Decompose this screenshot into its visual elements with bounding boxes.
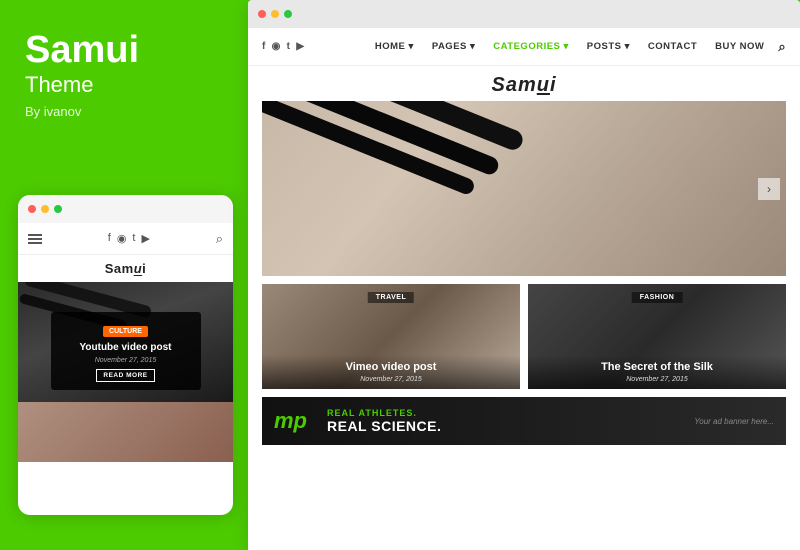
ad-right-text: Your ad banner here... [694,417,786,426]
post-card-2-title: The Secret of the Silk [534,361,780,374]
nav-youtube-icon[interactable]: ▶ [296,41,304,52]
ad-line-1: REAL ATHLETES. [327,408,441,418]
mockup-site-logo: Samui [18,255,233,282]
browser-window: f ◉ t ▶ HOME ▾ PAGES ▾ CATEGORIES ▾ POST… [248,0,800,550]
nav-social-icons: f ◉ t ▶ [262,41,304,52]
ad-mp-badge: mp [274,408,307,434]
nav-item-buy-now[interactable]: BUY NOW [707,28,772,66]
post-card-2-text: The Secret of the Silk November 27, 2015 [528,355,786,389]
nav-search-icon[interactable]: ⌕ [778,39,786,55]
dot-red [28,205,36,213]
mockup-nav-bar: f ◉ t ▶ ⌕ [18,223,233,255]
twitter-icon: t [132,232,135,245]
browser-dot-yellow [271,10,279,18]
ad-logo: mp [262,408,319,434]
nav-item-categories[interactable]: CATEGORIES ▾ [485,28,577,66]
brand-title: Samui [25,30,223,72]
nav-item-pages[interactable]: PAGES ▾ [424,28,483,66]
nav-facebook-icon[interactable]: f [262,41,266,52]
browser-dot-green [284,10,292,18]
nav-instagram-icon[interactable]: ◉ [272,41,281,52]
hamburger-menu-icon[interactable] [28,234,42,244]
youtube-icon: ▶ [141,232,149,245]
post-tag-1: TRAVEL [368,292,414,303]
site-logo-bar: Samui [248,66,800,101]
dot-green [54,205,62,213]
mockup-bottom-card [18,402,233,462]
mockup-hero-image: Culture Youtube video post November 27, … [18,282,233,402]
mockup-bottom-bg [18,402,233,462]
mockup-post-date: November 27, 2015 [61,357,191,364]
post-card-2-date: November 27, 2015 [534,376,780,383]
browser-dot-red [258,10,266,18]
mockup-social-icons: f ◉ t ▶ [108,232,150,245]
post-tag-2: FASHION [632,292,683,303]
post-card-2[interactable]: FASHION The Secret of the Silk November … [528,284,786,389]
main-hero-image: › [262,101,786,276]
mockup-top-bar [18,195,233,223]
mockup-post-title: Youtube video post [61,341,191,354]
nav-item-home[interactable]: HOME ▾ [367,28,422,66]
mockup-read-more-button[interactable]: READ MORE [96,369,154,382]
instagram-icon: ◉ [117,232,127,245]
nav-item-contact[interactable]: CONTACT [640,28,705,66]
mockup-post-card: Culture Youtube video post November 27, … [51,312,201,390]
main-hero-bg [262,101,786,276]
dot-yellow [41,205,49,213]
brand-subtitle: Theme [25,72,223,98]
browser-navbar: f ◉ t ▶ HOME ▾ PAGES ▾ CATEGORIES ▾ POST… [248,28,800,66]
nav-item-posts[interactable]: POSTS ▾ [579,28,638,66]
nav-twitter-icon[interactable]: t [287,41,291,52]
hero-next-button[interactable]: › [758,178,780,200]
ad-banner[interactable]: mp REAL ATHLETES. REAL SCIENCE. Your ad … [262,397,786,445]
mockup-search-icon[interactable]: ⌕ [216,231,223,247]
mobile-mockup: f ◉ t ▶ ⌕ Samui Culture Youtube video po… [18,195,233,515]
facebook-icon: f [108,232,111,245]
ad-text-block: REAL ATHLETES. REAL SCIENCE. [319,408,449,434]
ad-line-2: REAL SCIENCE. [327,418,441,434]
post-card-1-date: November 27, 2015 [268,376,514,383]
post-card-1-title: Vimeo video post [268,361,514,374]
mockup-post-tag: Culture [103,326,148,337]
post-card-1-text: Vimeo video post November 27, 2015 [262,355,520,389]
left-panel: Samui Theme By ivanov f ◉ t ▶ ⌕ Samui [0,0,248,550]
posts-grid: TRAVEL Vimeo video post November 27, 201… [262,284,786,389]
brand-author: By ivanov [25,104,223,119]
browser-top-bar [248,0,800,28]
post-card-1[interactable]: TRAVEL Vimeo video post November 27, 201… [262,284,520,389]
